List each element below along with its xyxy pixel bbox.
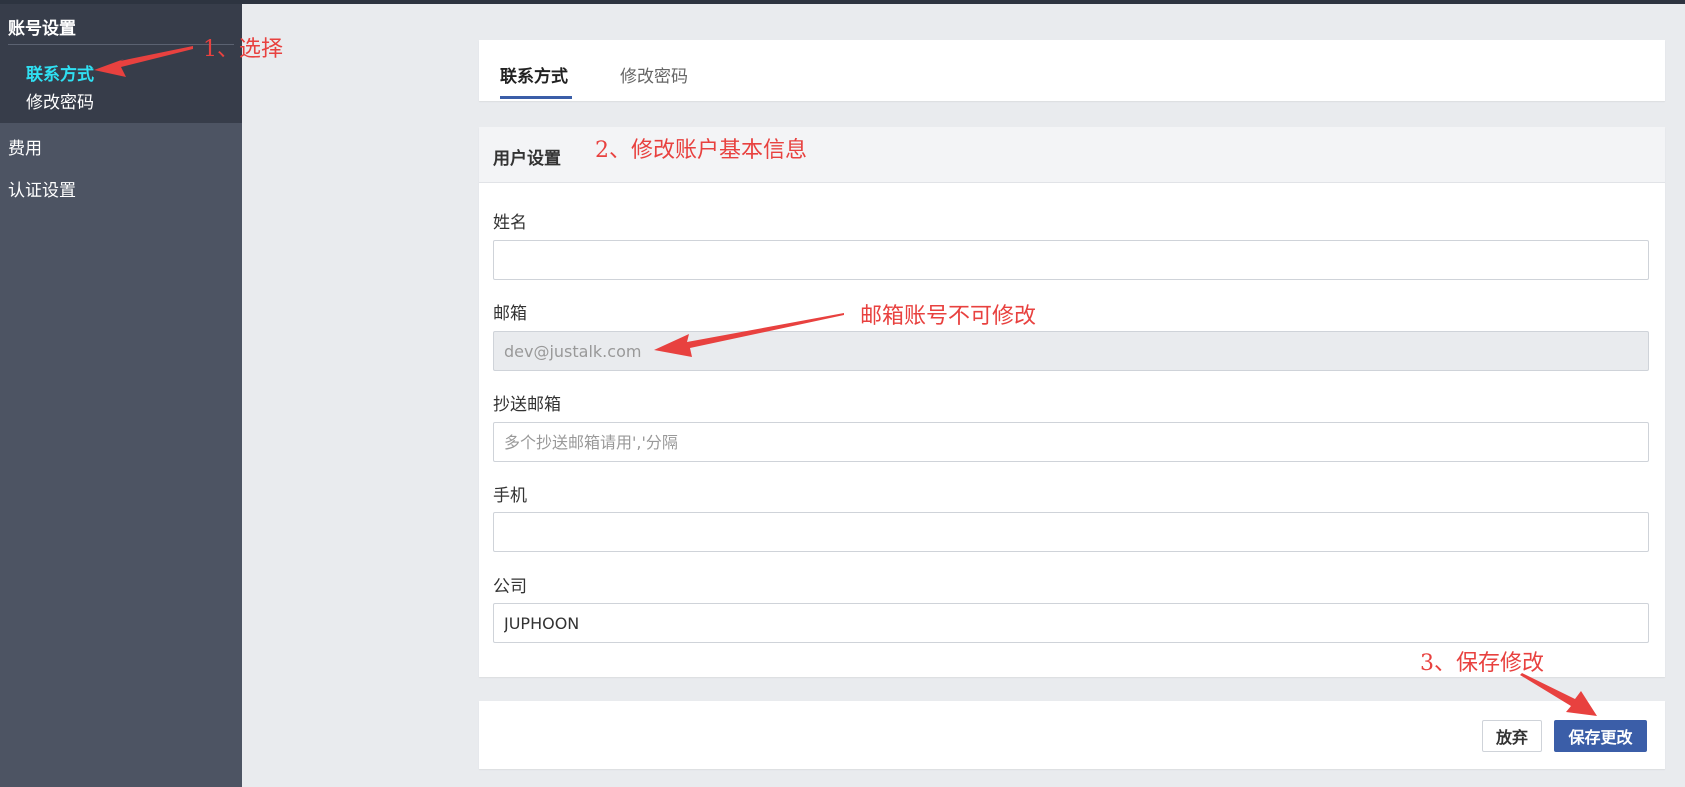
annotation-step1: 1、选择 [203,37,283,62]
tab-change-password[interactable]: 修改密码 [620,62,688,87]
annotation-step2: 2、修改账户基本信息 [595,138,807,163]
actions-card: 放弃 保存更改 [479,701,1665,769]
annotation-step3: 3、保存修改 [1420,651,1544,676]
sidebar: 账号设置 联系方式 修改密码 费用 认证设置 [0,4,242,787]
sidebar-group-title[interactable]: 账号设置 [8,14,76,39]
sidebar-item-change-password[interactable]: 修改密码 [26,88,94,113]
cc-email-field[interactable] [493,422,1649,462]
company-label: 公司 [493,577,527,597]
tabs-card: 联系方式 修改密码 [479,40,1665,101]
save-changes-button[interactable]: 保存更改 [1554,720,1647,752]
phone-field[interactable] [493,512,1649,552]
cc-email-label: 抄送邮箱 [493,395,561,415]
annotation-email-note: 邮箱账号不可修改 [860,304,1037,329]
form-header-title: 用户设置 [493,149,561,169]
sidebar-item-contact[interactable]: 联系方式 [26,60,94,85]
tab-contact[interactable]: 联系方式 [500,62,568,87]
tab-active-indicator [500,96,572,99]
name-label: 姓名 [493,213,527,233]
sidebar-item-auth-settings[interactable]: 认证设置 [8,176,76,201]
sidebar-group-account-settings: 账号设置 联系方式 修改密码 [0,4,242,123]
email-label: 邮箱 [493,304,527,324]
user-settings-form: 用户设置 姓名 邮箱 抄送邮箱 手机 公司 [479,127,1665,677]
sidebar-divider [8,44,234,45]
discard-button[interactable]: 放弃 [1482,720,1542,752]
top-bar [0,0,1685,4]
company-field[interactable] [493,603,1649,643]
phone-label: 手机 [493,486,527,506]
email-field [493,331,1649,371]
name-field[interactable] [493,240,1649,280]
sidebar-item-billing[interactable]: 费用 [8,134,42,159]
